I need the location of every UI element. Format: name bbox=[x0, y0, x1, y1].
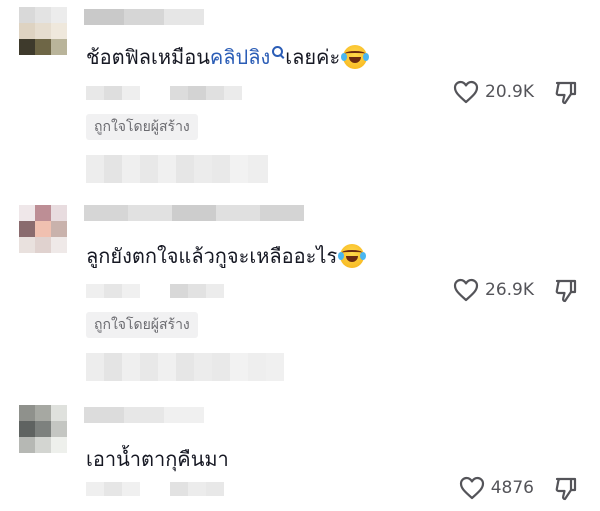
thumbs-down-icon bbox=[555, 477, 577, 501]
heart-outline-icon bbox=[453, 80, 479, 104]
liked-by-creator-badge: ถูกใจโดยผู้สร้าง bbox=[86, 114, 198, 140]
avatar[interactable] bbox=[19, 205, 67, 253]
dislike-button[interactable] bbox=[554, 476, 578, 506]
like-count: 20.9K bbox=[485, 82, 534, 102]
timestamp-reply-blurred bbox=[86, 482, 224, 496]
avatar[interactable] bbox=[19, 7, 67, 55]
search-link[interactable]: คลิปลิง bbox=[210, 44, 270, 70]
like-count: 26.9K bbox=[485, 280, 534, 300]
timestamp-reply-blurred bbox=[86, 284, 224, 298]
dislike-button[interactable] bbox=[554, 80, 578, 110]
like-button[interactable]: 26.9K bbox=[453, 278, 534, 302]
comment-text: ช้อตฟิลเหมือน คลิปลิง เลยค่ะ bbox=[86, 44, 370, 70]
dislike-button[interactable] bbox=[554, 278, 578, 308]
search-icon[interactable] bbox=[272, 45, 284, 57]
comment-text: เอาน้ำตากุคืนมา bbox=[86, 447, 229, 471]
view-replies-blurred[interactable] bbox=[86, 353, 284, 381]
laughing-tears-emoji bbox=[341, 45, 370, 69]
comment-text: ลูกยังตกใจแล้วกูจะเหลืออะไร bbox=[86, 243, 367, 269]
username-blurred[interactable] bbox=[84, 9, 204, 25]
like-button[interactable]: 20.9K bbox=[453, 80, 534, 104]
thumbs-down-icon bbox=[555, 279, 577, 303]
view-replies-blurred[interactable] bbox=[86, 155, 268, 183]
laughing-tears-emoji bbox=[338, 244, 367, 268]
like-count: 4876 bbox=[490, 478, 534, 498]
heart-outline-icon bbox=[453, 278, 479, 302]
username-blurred[interactable] bbox=[84, 205, 304, 221]
heart-outline-icon bbox=[459, 476, 484, 500]
like-button[interactable]: 4876 bbox=[459, 476, 534, 500]
thumbs-down-icon bbox=[555, 81, 577, 105]
timestamp-reply-blurred bbox=[86, 86, 242, 100]
liked-by-creator-badge: ถูกใจโดยผู้สร้าง bbox=[86, 312, 198, 338]
avatar[interactable] bbox=[19, 405, 67, 453]
username-blurred[interactable] bbox=[84, 407, 204, 423]
